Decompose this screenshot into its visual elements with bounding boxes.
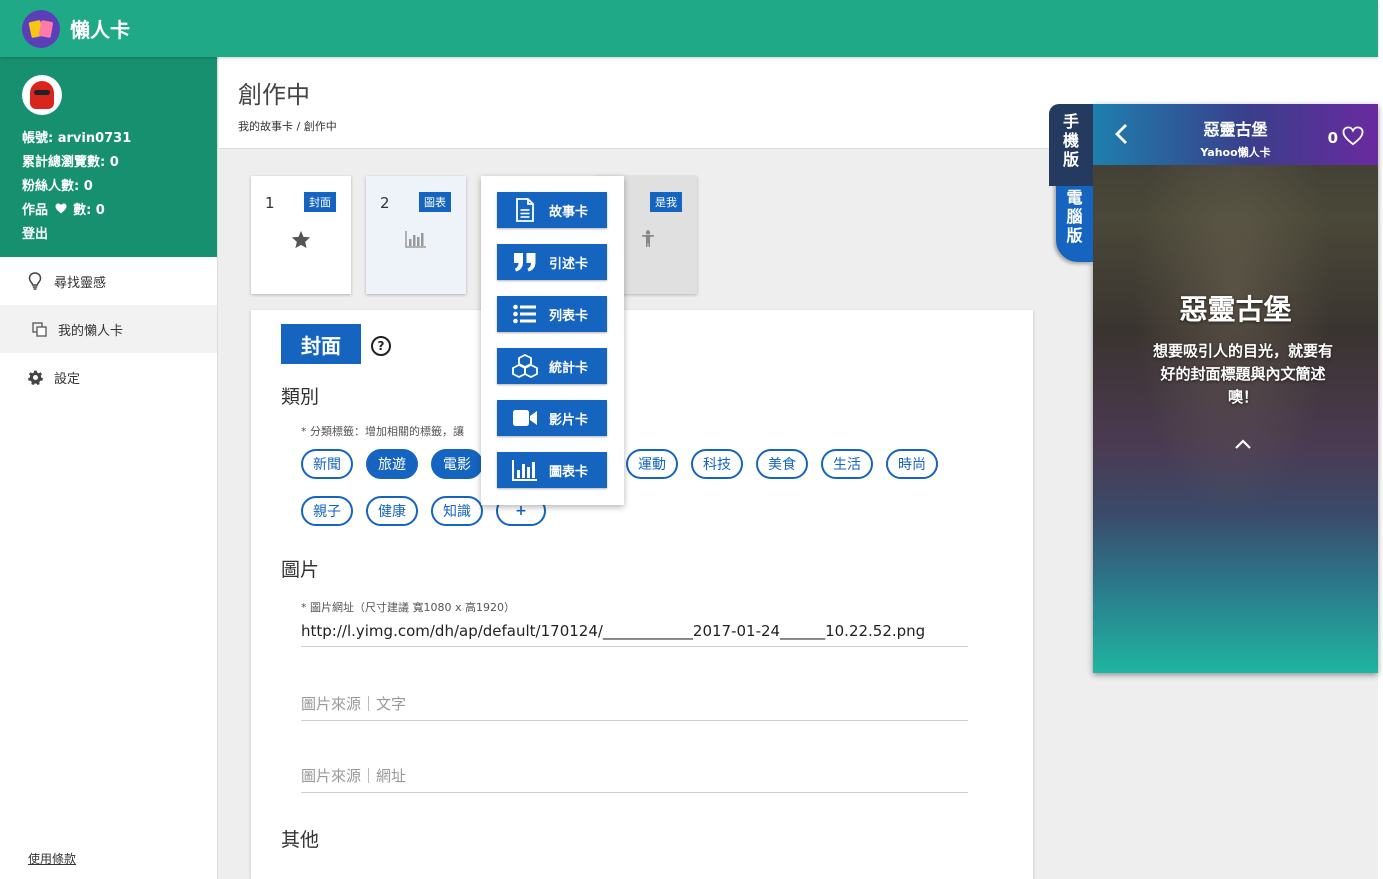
sidebar-item-label: 設定 <box>54 371 81 387</box>
tab-desktop[interactable]: 電腦版 <box>1056 180 1093 262</box>
category-heading: 類別 <box>281 386 320 408</box>
copy-icon <box>30 320 48 338</box>
image-source-url-input[interactable]: 圖片來源｜網址 <box>301 765 968 793</box>
menu-item-label: 影片卡 <box>549 412 589 428</box>
menu-item-label: 統計卡 <box>549 360 589 376</box>
logout-link[interactable]: 登出 <box>22 223 195 247</box>
star-icon <box>290 228 312 250</box>
window-edge <box>1378 0 1383 879</box>
profile-likes-prefix: 作品 <box>22 203 49 218</box>
avatar-image <box>30 81 54 109</box>
preview-header: 惡靈古堡 Yahoo懶人卡 0 <box>1093 104 1378 165</box>
terms-link[interactable]: 使用條款 <box>28 850 76 867</box>
profile-panel: 帳號: arvin0731 累計總瀏覽數: 0 粉絲人數: 0 作品 數: 0 … <box>0 57 217 257</box>
chip-health[interactable]: 健康 <box>366 496 418 526</box>
menu-item-quote-card[interactable]: 引述卡 <box>497 244 607 280</box>
document-icon <box>511 198 539 222</box>
card-number: 2 <box>380 194 390 212</box>
menu-item-chart-card[interactable]: 圖表卡 <box>497 452 607 488</box>
card-tile-chart[interactable]: 2 圖表 <box>366 176 466 294</box>
chip-food[interactable]: 美食 <box>756 449 808 479</box>
sidebar-item-settings[interactable]: 設定 <box>0 353 217 401</box>
menu-item-video-card[interactable]: 影片卡 <box>497 400 607 436</box>
app-title: 懶人卡 <box>70 18 130 42</box>
chip-knowledge[interactable]: 知識 <box>431 496 483 526</box>
sidebar: 帳號: arvin0731 累計總瀏覽數: 0 粉絲人數: 0 作品 數: 0 … <box>0 57 218 879</box>
tab-mobile[interactable]: 手機版 <box>1049 104 1093 186</box>
profile-likes: 作品 數: 0 <box>22 199 195 223</box>
menu-item-list-card[interactable]: 列表卡 <box>497 296 607 332</box>
quote-icon <box>511 250 539 274</box>
menu-item-label: 圖表卡 <box>549 464 589 480</box>
menu-item-label: 故事卡 <box>549 204 589 220</box>
mobile-preview: 惡靈古堡 Yahoo懶人卡 0 惡靈古堡 想要吸引人的目光，就要有好的封面標題與… <box>1093 104 1378 673</box>
bar-chart-icon <box>511 458 539 482</box>
sidebar-item-inspiration[interactable]: 尋找靈感 <box>0 257 217 305</box>
menu-item-label: 列表卡 <box>549 308 589 324</box>
image-url-input[interactable]: http://l.yimg.com/dh/ap/default/170124/_… <box>301 622 968 647</box>
menu-item-stats-card[interactable]: 統計卡 <box>497 348 607 384</box>
section-badge: 封面 <box>281 324 361 364</box>
card-type-badge: 是我 <box>650 192 682 212</box>
chip-movie[interactable]: 電影 <box>431 449 483 479</box>
sidebar-item-label: 我的懶人卡 <box>58 323 124 339</box>
preview-like-button[interactable]: 0 <box>1328 126 1364 150</box>
sidebar-item-label: 尋找靈感 <box>54 275 107 291</box>
category-hint: * 分類標籤：增加相關的標籤，讓 <box>301 425 464 438</box>
top-app-bar: 懶人卡 <box>0 0 1378 57</box>
tab-mobile-label: 手機版 <box>1063 112 1080 169</box>
profile-fans: 粉絲人數: 0 <box>22 179 93 194</box>
logo-card-pink <box>38 19 54 38</box>
other-heading: 其他 <box>281 829 320 851</box>
image-url-hint: * 圖片網址（尺寸建議 寬1080 x 高1920） <box>301 601 515 614</box>
add-card-menu: 故事卡 引述卡 列表卡 統計卡 影片卡 圖表卡 <box>481 176 624 505</box>
heart-outline-icon <box>1342 126 1364 150</box>
lightbulb-icon <box>26 272 44 290</box>
chip-travel[interactable]: 旅遊 <box>366 449 418 479</box>
tab-desktop-label: 電腦版 <box>1066 188 1083 245</box>
preview-mode-tabs: 電腦版 手機版 <box>1049 104 1093 262</box>
list-icon <box>511 302 539 326</box>
help-icon[interactable]: ? <box>371 336 391 356</box>
image-heading: 圖片 <box>281 559 320 581</box>
person-icon <box>637 228 659 250</box>
bar-chart-icon <box>405 228 427 250</box>
card-type-badge: 封面 <box>304 192 336 212</box>
gear-icon <box>26 368 44 386</box>
chip-parenting[interactable]: 親子 <box>301 496 353 526</box>
chip-fashion[interactable]: 時尚 <box>886 449 938 479</box>
preview-cover-description: 想要吸引人的目光，就要有好的封面標題與內文簡述噢！ <box>1152 342 1333 406</box>
chip-sports[interactable]: 運動 <box>626 449 678 479</box>
image-source-text-input[interactable]: 圖片來源｜文字 <box>301 693 968 721</box>
chip-life[interactable]: 生活 <box>821 449 873 479</box>
editor-panel: 封面 ? 類別 * 分類標籤：增加相關的標籤，讓 新聞 旅遊 電影 運動 科技 … <box>251 310 1033 879</box>
menu-item-label: 引述卡 <box>549 256 589 272</box>
heart-icon <box>55 199 67 223</box>
preview-cover-title: 惡靈古堡 <box>1179 293 1292 326</box>
profile-account: 帳號: arvin0731 <box>22 131 132 146</box>
card-tile-cover[interactable]: 1 封面 <box>251 176 351 294</box>
chevron-up-icon[interactable] <box>1233 436 1253 450</box>
profile-likes-suffix: 數: 0 <box>73 203 105 218</box>
chip-news[interactable]: 新聞 <box>301 449 353 479</box>
chip-tech[interactable]: 科技 <box>691 449 743 479</box>
sidebar-item-my-cards[interactable]: 我的懶人卡 <box>0 305 217 353</box>
menu-item-story-card[interactable]: 故事卡 <box>497 192 607 228</box>
cubes-icon <box>511 354 539 378</box>
video-icon <box>511 406 539 430</box>
app-logo[interactable] <box>22 9 60 48</box>
avatar[interactable] <box>22 75 62 115</box>
card-type-badge: 圖表 <box>419 192 451 212</box>
card-number: 1 <box>265 194 275 212</box>
like-count: 0 <box>1327 129 1338 147</box>
profile-views: 累計總瀏覽數: 0 <box>22 155 119 170</box>
